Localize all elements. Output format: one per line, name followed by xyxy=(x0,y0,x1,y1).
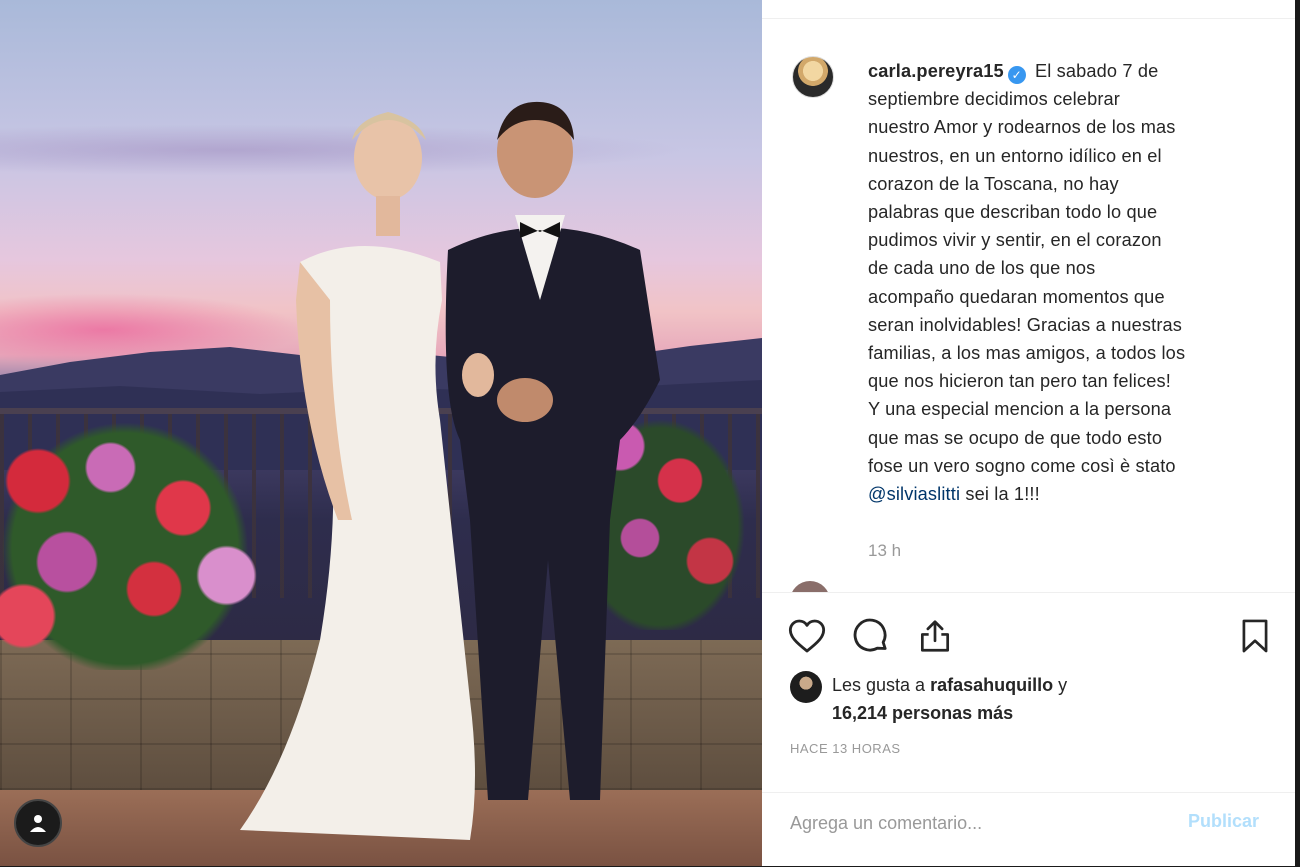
verified-badge-icon: ✓ xyxy=(1007,66,1026,84)
publish-button[interactable]: Publicar xyxy=(1188,811,1259,832)
caption-line: acompaño quedaran momentos que xyxy=(868,286,1165,307)
caption-line: nuestro Amor y rodearnos de los mas xyxy=(868,117,1176,138)
comments-scroll-area[interactable]: carla.pereyra15 ✓ El sabado 7 de septiemb… xyxy=(762,19,1295,592)
caption-line: de cada uno de los que nos xyxy=(868,258,1096,279)
post-photo[interactable] xyxy=(0,0,762,866)
commenter-avatar xyxy=(790,581,830,592)
caption-line: palabras que describan todo lo que xyxy=(868,202,1158,223)
caption: carla.pereyra15 ✓ El sabado 7 de septiemb… xyxy=(868,57,1253,508)
share-button[interactable] xyxy=(914,615,956,657)
share-icon xyxy=(920,620,950,652)
comment-button[interactable] xyxy=(850,615,892,657)
caption-line: que mas se ocupo de que todo esto xyxy=(868,427,1163,448)
heart-icon xyxy=(788,619,826,653)
right-edge xyxy=(1295,0,1300,866)
author-avatar[interactable] xyxy=(792,56,834,98)
person-icon xyxy=(30,815,46,832)
post-panel: carla.pereyra15 ✓ El sabado 7 de septiemb… xyxy=(762,0,1295,866)
caption-line: fose un vero sogno come così è stato xyxy=(868,455,1176,476)
likes-text: Les gusta a rafasahuquillo y 16,214 pers… xyxy=(832,671,1067,727)
likes-prefix: Les gusta a xyxy=(832,675,931,695)
bookmark-icon xyxy=(1242,619,1268,653)
author-username[interactable]: carla.pereyra15 xyxy=(868,61,1004,81)
mention-link[interactable]: @silviaslitti xyxy=(868,484,960,504)
caption-line: que nos hicieron tan pero tan felices! xyxy=(868,371,1171,392)
actions-section: Les gusta a rafasahuquillo y 16,214 pers… xyxy=(762,592,1295,793)
caption-time-ago: 13 h xyxy=(868,541,902,560)
caption-line: corazon de la Toscana, no hay xyxy=(868,173,1119,194)
caption-line: pudimos vivir y sentir, en el corazon xyxy=(868,230,1162,251)
couple-figures xyxy=(240,101,660,840)
caption-end: sei la 1!!! xyxy=(960,484,1040,505)
caption-line: septiembre decidimos celebrar xyxy=(868,89,1121,110)
next-comment-peek xyxy=(790,579,1260,592)
likes-count[interactable]: 16,214 personas más xyxy=(832,703,1013,723)
likes-connector: y xyxy=(1053,675,1068,695)
liker-avatar[interactable] xyxy=(790,671,822,703)
caption-line: seran inolvidables! Gracias a nuestras xyxy=(868,314,1183,335)
add-comment-section: Publicar xyxy=(762,792,1295,867)
caption-line: El sabado 7 de xyxy=(1034,61,1159,81)
comment-input[interactable] xyxy=(788,807,1172,839)
caption-line: nuestros, en un entorno idílico en el xyxy=(868,145,1162,166)
tagged-people-button[interactable] xyxy=(14,799,62,847)
caption-line: Y una especial mencion a la persona xyxy=(868,399,1172,420)
panel-header xyxy=(762,0,1295,19)
save-button[interactable] xyxy=(1234,615,1276,657)
comment-icon xyxy=(853,618,887,652)
liker-username[interactable]: rafasahuquillo xyxy=(930,675,1053,695)
post-timestamp[interactable]: HACE 13 HORAS xyxy=(790,741,901,756)
caption-line: familias, a los mas amigos, a todos los xyxy=(868,343,1186,364)
like-button[interactable] xyxy=(786,615,828,657)
